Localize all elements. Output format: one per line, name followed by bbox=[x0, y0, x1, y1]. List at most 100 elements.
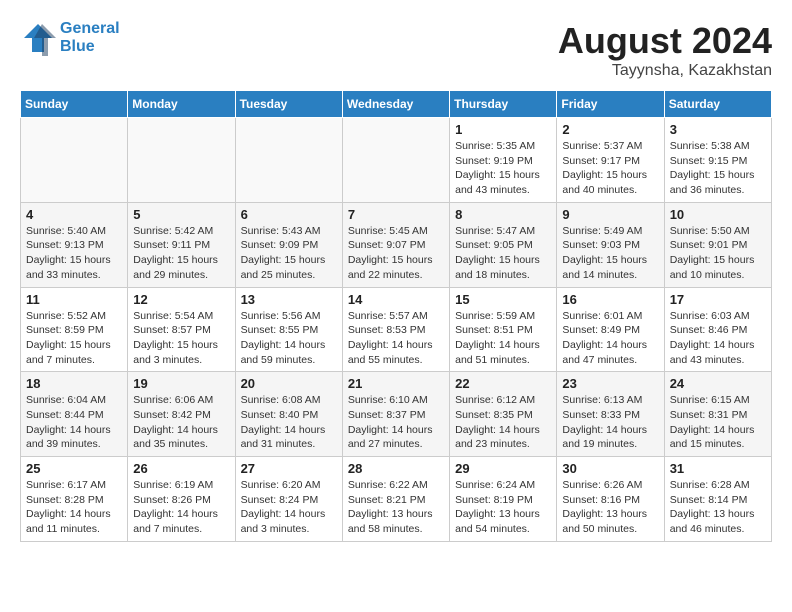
day-number: 11 bbox=[26, 292, 122, 307]
page-header: General Blue August 2024 Tayynsha, Kazak… bbox=[20, 20, 772, 80]
day-number: 2 bbox=[562, 122, 658, 137]
day-info: Sunrise: 6:26 AMSunset: 8:16 PMDaylight:… bbox=[562, 478, 658, 537]
day-info: Sunrise: 6:28 AMSunset: 8:14 PMDaylight:… bbox=[670, 478, 766, 537]
day-number: 8 bbox=[455, 207, 551, 222]
day-number: 9 bbox=[562, 207, 658, 222]
day-number: 24 bbox=[670, 376, 766, 391]
location: Tayynsha, Kazakhstan bbox=[558, 62, 772, 80]
day-number: 7 bbox=[348, 207, 444, 222]
day-info: Sunrise: 5:59 AMSunset: 8:51 PMDaylight:… bbox=[455, 309, 551, 368]
calendar-cell: 31Sunrise: 6:28 AMSunset: 8:14 PMDayligh… bbox=[664, 457, 771, 542]
calendar-week-4: 18 Sunrise: 6:04 AMSunset: 8:44 PMDayligh… bbox=[21, 372, 772, 457]
calendar-cell: 9Sunrise: 5:49 AMSunset: 9:03 PMDaylight… bbox=[557, 202, 664, 287]
weekday-header-wednesday: Wednesday bbox=[342, 91, 449, 118]
month-year: August 2024 bbox=[558, 20, 772, 62]
weekday-header-saturday: Saturday bbox=[664, 91, 771, 118]
calendar-cell: 17 Sunrise: 6:03 AMSunset: 8:46 PMDayligh… bbox=[664, 287, 771, 372]
day-number: 4 bbox=[26, 207, 122, 222]
day-info: Sunrise: 5:52 AMSunset: 8:59 PMDaylight:… bbox=[26, 309, 122, 368]
calendar-cell: 3 Sunrise: 5:38 AMSunset: 9:15 PMDaylight… bbox=[664, 118, 771, 203]
calendar-cell bbox=[235, 118, 342, 203]
day-number: 23 bbox=[562, 376, 658, 391]
day-number: 10 bbox=[670, 207, 766, 222]
day-info: Sunrise: 6:15 AMSunset: 8:31 PMDaylight:… bbox=[670, 393, 766, 452]
calendar-cell: 28Sunrise: 6:22 AMSunset: 8:21 PMDayligh… bbox=[342, 457, 449, 542]
day-info: Sunrise: 6:01 AMSunset: 8:49 PMDaylight:… bbox=[562, 309, 658, 368]
weekday-header-thursday: Thursday bbox=[450, 91, 557, 118]
calendar-cell: 6 Sunrise: 5:43 AMSunset: 9:09 PMDaylight… bbox=[235, 202, 342, 287]
day-number: 16 bbox=[562, 292, 658, 307]
day-info: Sunrise: 5:47 AMSunset: 9:05 PMDaylight:… bbox=[455, 224, 551, 283]
calendar-cell: 5Sunrise: 5:42 AMSunset: 9:11 PMDaylight… bbox=[128, 202, 235, 287]
weekday-header-monday: Monday bbox=[128, 91, 235, 118]
day-info: Sunrise: 5:45 AMSunset: 9:07 PMDaylight:… bbox=[348, 224, 444, 283]
day-info: Sunrise: 6:24 AMSunset: 8:19 PMDaylight:… bbox=[455, 478, 551, 537]
day-number: 25 bbox=[26, 461, 122, 476]
calendar-week-1: 1 Sunrise: 5:35 AMSunset: 9:19 PMDaylight… bbox=[21, 118, 772, 203]
day-number: 21 bbox=[348, 376, 444, 391]
calendar-cell bbox=[342, 118, 449, 203]
logo-icon bbox=[20, 20, 56, 56]
day-number: 15 bbox=[455, 292, 551, 307]
day-info: Sunrise: 5:57 AMSunset: 8:53 PMDaylight:… bbox=[348, 309, 444, 368]
calendar-cell: 18 Sunrise: 6:04 AMSunset: 8:44 PMDayligh… bbox=[21, 372, 128, 457]
day-number: 26 bbox=[133, 461, 229, 476]
day-info: Sunrise: 6:06 AMSunset: 8:42 PMDaylight:… bbox=[133, 393, 229, 452]
calendar-cell: 27 Sunrise: 6:20 AMSunset: 8:24 PMDayligh… bbox=[235, 457, 342, 542]
day-number: 14 bbox=[348, 292, 444, 307]
day-info: Sunrise: 6:13 AMSunset: 8:33 PMDaylight:… bbox=[562, 393, 658, 452]
calendar-cell: 24 Sunrise: 6:15 AMSunset: 8:31 PMDayligh… bbox=[664, 372, 771, 457]
calendar-cell: 10 Sunrise: 5:50 AMSunset: 9:01 PMDayligh… bbox=[664, 202, 771, 287]
day-info: Sunrise: 6:12 AMSunset: 8:35 PMDaylight:… bbox=[455, 393, 551, 452]
day-number: 18 bbox=[26, 376, 122, 391]
calendar-cell: 4Sunrise: 5:40 AMSunset: 9:13 PMDaylight… bbox=[21, 202, 128, 287]
day-number: 13 bbox=[241, 292, 337, 307]
calendar-week-5: 25Sunrise: 6:17 AMSunset: 8:28 PMDayligh… bbox=[21, 457, 772, 542]
calendar-week-2: 4Sunrise: 5:40 AMSunset: 9:13 PMDaylight… bbox=[21, 202, 772, 287]
calendar-cell: 15 Sunrise: 5:59 AMSunset: 8:51 PMDayligh… bbox=[450, 287, 557, 372]
calendar-cell: 21 Sunrise: 6:10 AMSunset: 8:37 PMDayligh… bbox=[342, 372, 449, 457]
day-info: Sunrise: 6:20 AMSunset: 8:24 PMDaylight:… bbox=[241, 478, 337, 537]
calendar-title: August 2024 Tayynsha, Kazakhstan bbox=[558, 20, 772, 80]
day-number: 19 bbox=[133, 376, 229, 391]
calendar-cell: 26Sunrise: 6:19 AMSunset: 8:26 PMDayligh… bbox=[128, 457, 235, 542]
day-number: 27 bbox=[241, 461, 337, 476]
calendar-cell bbox=[128, 118, 235, 203]
logo-text: General Blue bbox=[60, 20, 120, 55]
weekday-header-row: SundayMondayTuesdayWednesdayThursdayFrid… bbox=[21, 91, 772, 118]
calendar-cell: 30 Sunrise: 6:26 AMSunset: 8:16 PMDayligh… bbox=[557, 457, 664, 542]
day-info: Sunrise: 5:54 AMSunset: 8:57 PMDaylight:… bbox=[133, 309, 229, 368]
day-number: 22 bbox=[455, 376, 551, 391]
weekday-header-friday: Friday bbox=[557, 91, 664, 118]
day-number: 1 bbox=[455, 122, 551, 137]
calendar-cell: 20Sunrise: 6:08 AMSunset: 8:40 PMDayligh… bbox=[235, 372, 342, 457]
day-info: Sunrise: 6:08 AMSunset: 8:40 PMDaylight:… bbox=[241, 393, 337, 452]
calendar-cell: 12 Sunrise: 5:54 AMSunset: 8:57 PMDayligh… bbox=[128, 287, 235, 372]
day-info: Sunrise: 5:35 AMSunset: 9:19 PMDaylight:… bbox=[455, 139, 551, 198]
day-info: Sunrise: 6:04 AMSunset: 8:44 PMDaylight:… bbox=[26, 393, 122, 452]
day-number: 3 bbox=[670, 122, 766, 137]
day-info: Sunrise: 6:10 AMSunset: 8:37 PMDaylight:… bbox=[348, 393, 444, 452]
calendar-cell: 29 Sunrise: 6:24 AMSunset: 8:19 PMDayligh… bbox=[450, 457, 557, 542]
calendar-cell: 23 Sunrise: 6:13 AMSunset: 8:33 PMDayligh… bbox=[557, 372, 664, 457]
day-info: Sunrise: 5:38 AMSunset: 9:15 PMDaylight:… bbox=[670, 139, 766, 198]
day-number: 28 bbox=[348, 461, 444, 476]
day-info: Sunrise: 5:43 AMSunset: 9:09 PMDaylight:… bbox=[241, 224, 337, 283]
calendar-cell: 7 Sunrise: 5:45 AMSunset: 9:07 PMDaylight… bbox=[342, 202, 449, 287]
calendar-cell: 19 Sunrise: 6:06 AMSunset: 8:42 PMDayligh… bbox=[128, 372, 235, 457]
calendar-cell: 25Sunrise: 6:17 AMSunset: 8:28 PMDayligh… bbox=[21, 457, 128, 542]
day-info: Sunrise: 5:42 AMSunset: 9:11 PMDaylight:… bbox=[133, 224, 229, 283]
calendar-cell: 8 Sunrise: 5:47 AMSunset: 9:05 PMDaylight… bbox=[450, 202, 557, 287]
day-number: 30 bbox=[562, 461, 658, 476]
calendar-cell: 13Sunrise: 5:56 AMSunset: 8:55 PMDayligh… bbox=[235, 287, 342, 372]
calendar-cell: 16 Sunrise: 6:01 AMSunset: 8:49 PMDayligh… bbox=[557, 287, 664, 372]
calendar-cell: 14 Sunrise: 5:57 AMSunset: 8:53 PMDayligh… bbox=[342, 287, 449, 372]
calendar-cell: 2 Sunrise: 5:37 AMSunset: 9:17 PMDaylight… bbox=[557, 118, 664, 203]
day-info: Sunrise: 6:03 AMSunset: 8:46 PMDaylight:… bbox=[670, 309, 766, 368]
day-number: 29 bbox=[455, 461, 551, 476]
day-number: 17 bbox=[670, 292, 766, 307]
day-info: Sunrise: 5:37 AMSunset: 9:17 PMDaylight:… bbox=[562, 139, 658, 198]
day-number: 6 bbox=[241, 207, 337, 222]
day-number: 12 bbox=[133, 292, 229, 307]
day-info: Sunrise: 5:50 AMSunset: 9:01 PMDaylight:… bbox=[670, 224, 766, 283]
